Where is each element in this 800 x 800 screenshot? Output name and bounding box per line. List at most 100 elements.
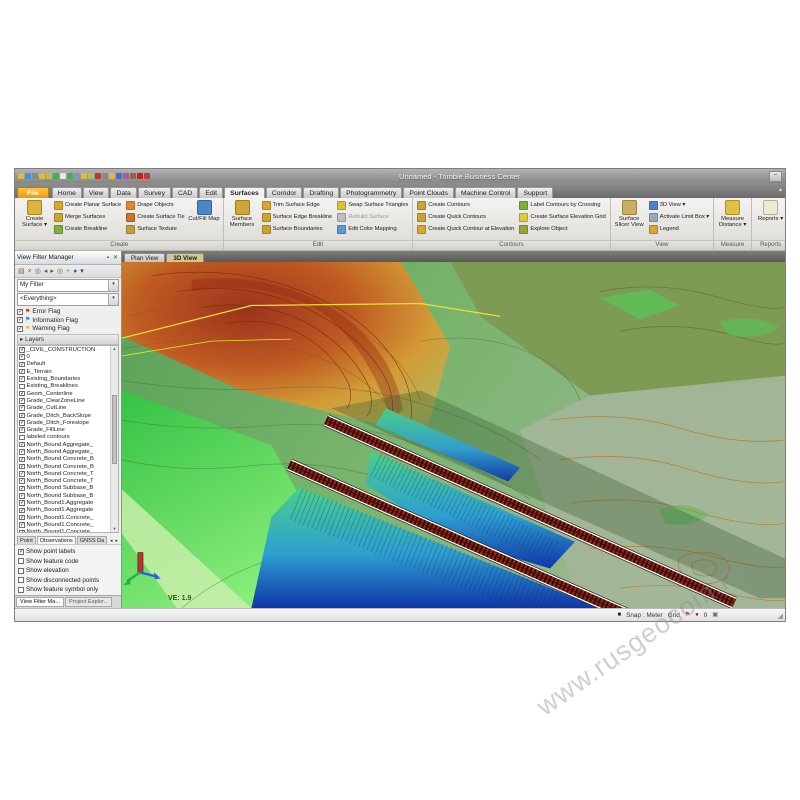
ribbon-item[interactable]: Create Quick Contour at Elevation: [415, 223, 516, 235]
flag-filter-row[interactable]: ⚑ Warning Flag: [17, 325, 119, 332]
layer-manager-icon[interactable]: [88, 173, 94, 179]
layer-row[interactable]: North_Bound Concrete_B: [18, 456, 110, 463]
ribbon-item[interactable]: Create Breakline: [52, 223, 123, 235]
flag-filter-row[interactable]: ⚑ Error Flag: [17, 308, 119, 315]
checkbox[interactable]: [19, 493, 25, 499]
layer-row[interactable]: North_Bound1.Aggregate: [18, 507, 110, 514]
copy-icon[interactable]: ▣: [712, 612, 718, 618]
resize-grip-icon[interactable]: ◢: [778, 612, 783, 620]
pan-icon[interactable]: +: [66, 268, 70, 275]
new-project-icon[interactable]: [18, 173, 24, 179]
ribbon-tab[interactable]: Support: [517, 187, 553, 198]
checkbox[interactable]: [19, 420, 25, 426]
ribbon-item[interactable]: Create Surface Tie: [124, 211, 186, 223]
zoom-window-icon[interactable]: ◎: [57, 268, 63, 275]
checkbox[interactable]: [17, 326, 23, 332]
checkbox[interactable]: [18, 558, 24, 564]
checkbox[interactable]: [18, 549, 24, 555]
select-icon[interactable]: [81, 173, 87, 179]
ribbon-item[interactable]: Create Contours: [415, 199, 516, 211]
ribbon-tab[interactable]: Point Clouds: [403, 187, 454, 198]
ribbon-item[interactable]: Drape Objects: [124, 199, 186, 211]
layer-row[interactable]: North_Bound1.Aggregate: [18, 499, 110, 506]
reports-button[interactable]: Reports ▾: [754, 199, 785, 222]
layer-row[interactable]: Grade_Ditch_Foreslope: [18, 419, 110, 426]
ribbon-item[interactable]: Surface Texture: [124, 223, 186, 235]
checkbox[interactable]: [19, 449, 25, 455]
layer-row[interactable]: E_Terrain: [18, 368, 110, 375]
checkbox[interactable]: [19, 354, 25, 360]
checkbox[interactable]: [18, 568, 24, 574]
checkbox[interactable]: [17, 309, 23, 315]
ribbon-tab[interactable]: View: [83, 187, 110, 198]
clear-filter-icon[interactable]: ×: [28, 268, 32, 275]
grid-label[interactable]: Grid: [668, 612, 680, 619]
import-icon[interactable]: [39, 173, 45, 179]
tab-file[interactable]: File: [17, 187, 49, 198]
ribbon-item[interactable]: Swap Surface Triangles: [335, 199, 410, 211]
chevron-down-icon[interactable]: ▾: [108, 294, 118, 305]
save-project-icon[interactable]: [32, 173, 38, 179]
checkbox[interactable]: [19, 486, 25, 492]
ribbon-item[interactable]: Surface Boundaries: [260, 223, 335, 235]
chevron-down-icon[interactable]: ▾: [108, 280, 118, 291]
create-surface-button[interactable]: Create Surface ▾: [18, 199, 51, 229]
filter-category-tab[interactable]: Point: [17, 536, 36, 544]
layer-row[interactable]: North_Bound1.Concrete_: [18, 521, 110, 528]
option-row[interactable]: Show feature symbol only: [18, 586, 118, 593]
option-row[interactable]: Show disconnected points: [18, 577, 118, 584]
error-flag-icon[interactable]: [137, 173, 143, 179]
flag-filter-row[interactable]: ⚑ Information Flag: [17, 317, 119, 324]
ribbon-tab[interactable]: Surfaces: [224, 187, 265, 198]
ribbon-tab[interactable]: Photogrammetry: [340, 187, 402, 198]
checkbox[interactable]: [19, 530, 25, 533]
layer-row[interactable]: Default: [18, 361, 110, 368]
flag-icon[interactable]: ⚑: [685, 612, 690, 618]
scrollbar-thumb[interactable]: [112, 395, 117, 464]
layer-row[interactable]: North_Bound Aggregate_: [18, 448, 110, 455]
checkbox[interactable]: [19, 398, 25, 404]
snap-label[interactable]: Snap : Meter: [626, 612, 663, 619]
cut-fill-map-button[interactable]: Cut/Fill Map: [188, 199, 221, 222]
orbit-icon[interactable]: ●: [73, 268, 77, 275]
checkbox[interactable]: [19, 427, 25, 433]
filter-category-tab[interactable]: Observations: [37, 536, 76, 544]
ribbon-item[interactable]: Label Contours by Crossing: [517, 199, 607, 211]
ribbon-item[interactable]: Activate Limit Box ▾: [647, 211, 711, 223]
checkbox[interactable]: [19, 471, 25, 477]
checkbox[interactable]: [19, 478, 25, 484]
filter-properties-icon[interactable]: ▤: [18, 268, 25, 275]
surface-slicer-view-button[interactable]: Surface Slicer View: [613, 199, 646, 229]
next-filter-icon[interactable]: ▸: [50, 268, 54, 275]
checkbox[interactable]: [19, 405, 25, 411]
snap-mode-icon[interactable]: ■: [617, 612, 621, 618]
ribbon-tab[interactable]: Drafting: [303, 187, 339, 198]
ribbon-tab[interactable]: CAD: [172, 187, 198, 198]
layer-row[interactable]: North_Bound1.Concrete_: [18, 529, 110, 533]
layer-row[interactable]: North_Bound Subbase_B: [18, 485, 110, 492]
ribbon-item[interactable]: Rebuild Surface: [335, 211, 410, 223]
checkbox[interactable]: [19, 435, 25, 441]
zoom-extents-icon[interactable]: ◎: [35, 268, 41, 275]
station-view-icon[interactable]: [130, 173, 136, 179]
checkbox[interactable]: [18, 577, 24, 583]
3d-view-icon[interactable]: [123, 173, 129, 179]
layer-row[interactable]: Grade_ClearZoneLine: [18, 397, 110, 404]
view-tab[interactable]: Plan View: [124, 253, 165, 262]
checkbox[interactable]: [19, 362, 25, 368]
ribbon-item[interactable]: Merge Surfaces: [52, 211, 123, 223]
ribbon-item[interactable]: Explore Object: [517, 223, 607, 235]
checkbox[interactable]: [19, 457, 25, 463]
layers-section-header[interactable]: ▸ Layers: [17, 334, 119, 345]
undo-icon[interactable]: [53, 173, 59, 179]
pan-icon[interactable]: [74, 173, 80, 179]
properties-icon[interactable]: [102, 173, 108, 179]
ribbon-item[interactable]: Create Quick Contours: [415, 211, 516, 223]
vertical-scrollbar[interactable]: ▲ ▼: [110, 346, 118, 532]
minimize-button[interactable]: –: [769, 171, 782, 182]
layer-row[interactable]: Existing_Boundaries: [18, 375, 110, 382]
open-project-icon[interactable]: [25, 173, 31, 179]
filter-category-tab[interactable]: GNSS Da: [77, 536, 108, 544]
layer-row[interactable]: Grade_FillLine: [18, 426, 110, 433]
checkbox[interactable]: [19, 384, 25, 390]
